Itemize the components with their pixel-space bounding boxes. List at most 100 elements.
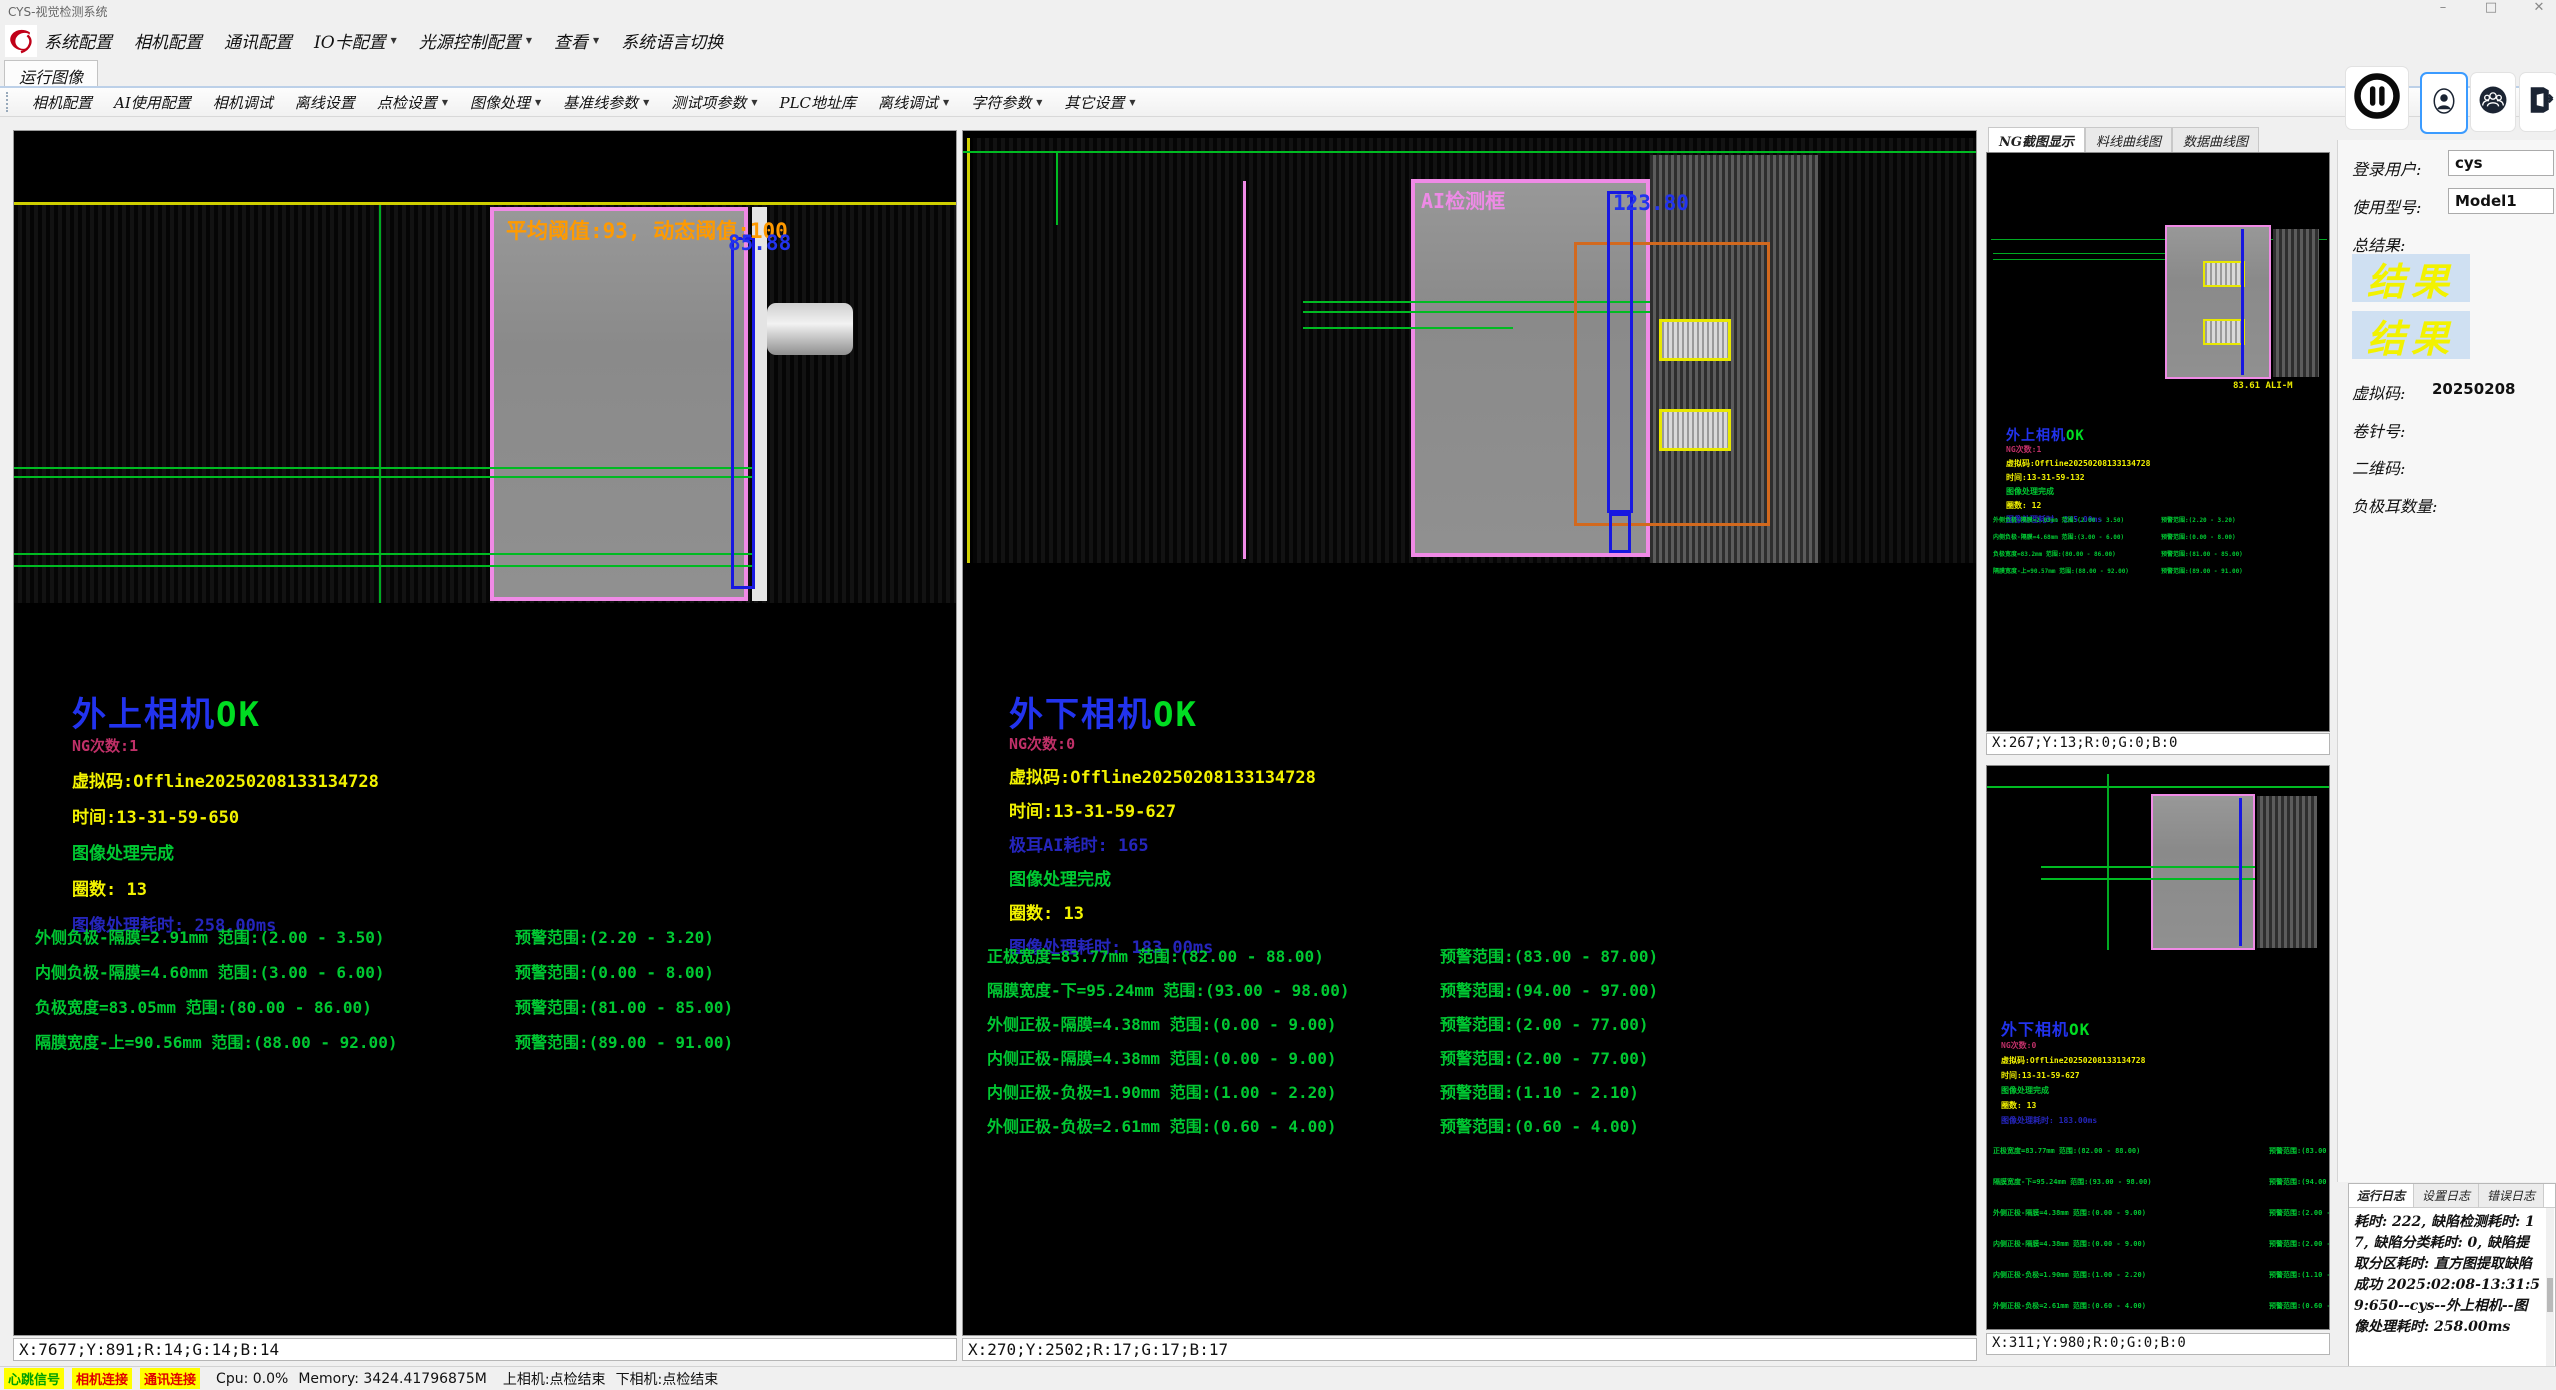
- toolbar-item-10[interactable]: 字符参数▼: [960, 90, 1053, 114]
- title-bar: CYS-视觉检测系统 – □ ✕: [0, 0, 2556, 22]
- measurement-row: 正极宽度=83.77mm 范围:(82.00 - 88.00)预警范围:(83.…: [987, 943, 1967, 967]
- toolbar-item-6[interactable]: 基准线参数▼: [552, 90, 660, 114]
- model-value[interactable]: Model1: [2448, 188, 2554, 214]
- lower-camera-thumbnail[interactable]: 外下相机OK NG次数:0 虚拟码:Offline202502081331347…: [1986, 765, 2330, 1330]
- toolbar-item-7[interactable]: 测试项参数 ▼: [660, 90, 768, 114]
- menu-item-label: 相机配置: [134, 28, 202, 53]
- toolbar-item-2[interactable]: 相机调试: [202, 90, 284, 114]
- log-scrollbar[interactable]: [2546, 1208, 2554, 1386]
- menu-item-4[interactable]: 光源控制配置▼: [419, 28, 532, 53]
- ng-snapshot-thumbnail[interactable]: 83.61 ALI-M 外上相机OK NG次数:1 虚拟码:Offline202…: [1986, 152, 2330, 732]
- measurement-text: 外侧负极-隔膜=2.03mm 范围:(2.00 - 3.50): [1993, 517, 2124, 524]
- user-group-button[interactable]: [2470, 72, 2516, 132]
- log-tab-2[interactable]: 错误日志: [2479, 1184, 2544, 1207]
- warning-range-text: 预警范围:(2.00 - 77.00): [1440, 1045, 1649, 1069]
- measurement-text: 外侧正极-负极=2.61mm 范围:(0.60 - 4.00): [987, 1117, 1337, 1136]
- process-done: 图像处理完成: [72, 839, 379, 864]
- snapshot-tabs: NG截图显示料线曲线图数据曲线图: [1988, 127, 2259, 153]
- menu-item-label: 查看: [554, 28, 588, 53]
- mini-metal-region: [2257, 796, 2317, 948]
- heartbeat-status: 心跳信号: [4, 1368, 64, 1389]
- minimize-button[interactable]: –: [2432, 0, 2454, 15]
- process-done: 图像处理完成: [1009, 865, 1316, 890]
- lower-thumbnail-coordinate-bar: X:311;Y:980;R:0;G:0;B:0: [1986, 1333, 2330, 1355]
- menu-item-3[interactable]: IO卡配置▼: [314, 28, 397, 53]
- loop-count: 圈数: 13: [72, 875, 379, 900]
- measurement-text: 内侧正极-负极=1.90mm 范围:(1.00 - 2.20): [1993, 1271, 2146, 1279]
- mini-edge-box: [2239, 798, 2242, 946]
- toolbar-item-11[interactable]: 其它设置 ▼: [1053, 90, 1146, 114]
- toolbar-item-8[interactable]: PLC地址库: [769, 90, 868, 114]
- measurement-text: 外侧负极-隔膜=2.91mm 范围:(2.00 - 3.50): [35, 928, 385, 947]
- menu-item-5[interactable]: 查看▼: [554, 28, 599, 53]
- measurement-row: 隔膜宽度-下=95.24mm 范围:(93.00 - 98.00)预警范围:(9…: [1993, 1177, 2327, 1187]
- toolbar-item-label: 相机调试: [213, 92, 273, 113]
- toolbar-drag-handle-icon[interactable]: [6, 92, 13, 112]
- green-hline: [14, 467, 754, 469]
- toolbar-item-label: 相机配置: [32, 92, 92, 113]
- edge-measure-value: 123.80: [1613, 191, 1689, 215]
- logout-button[interactable]: [2519, 72, 2556, 132]
- ng-count: NG次数:1: [72, 735, 379, 756]
- close-button[interactable]: ✕: [2528, 0, 2550, 15]
- menu-item-1[interactable]: 相机配置: [134, 28, 202, 53]
- snapshot-coordinate-bar: X:267;Y:13;R:0;G:0;B:0: [1986, 733, 2330, 755]
- toolbar-item-label: 其它设置: [1064, 92, 1124, 113]
- menu-item-6[interactable]: 系统语言切换: [621, 28, 723, 53]
- warning-range-text: 预警范围:(2.00 - 77.00): [1440, 1011, 1649, 1035]
- log-tab-1[interactable]: 设置日志: [2414, 1184, 2479, 1207]
- green-hline: [1993, 253, 2165, 254]
- toolbar-item-0[interactable]: 相机配置: [21, 90, 103, 114]
- menu-item-0[interactable]: 系统配置: [44, 28, 112, 53]
- toolbar-item-3[interactable]: 离线设置: [284, 90, 366, 114]
- chevron-down-icon: ▼: [442, 98, 448, 107]
- right-camera-view[interactable]: AI检测框 123.80 外下相机OK NG次数:0 虚拟码:Offline20…: [962, 130, 1977, 1336]
- measurement-text: 负极宽度=83.05mm 范围:(80.00 - 86.00): [35, 998, 372, 1017]
- tab-run-image[interactable]: 运行图像: [4, 60, 98, 86]
- virtual-code-value: 20250208: [2432, 380, 2516, 398]
- chevron-down-icon: ▼: [943, 98, 949, 107]
- toolbar-item-5[interactable]: 图像处理▼: [459, 90, 552, 114]
- warning-range-text: 预警范围:(0.60 - 4.00): [2269, 1301, 2330, 1311]
- snapshot-tab-0[interactable]: NG截图显示: [1988, 127, 2085, 153]
- defect-orange-box: [1574, 242, 1770, 526]
- virtual-code: 虚拟码:Offline20250208133134728: [72, 767, 379, 792]
- toolbar-item-4[interactable]: 点检设置 ▼: [366, 90, 459, 114]
- app-logo-icon: [5, 25, 37, 57]
- memory-usage: Memory: 3424.41796875M: [298, 1371, 487, 1387]
- toolbar-item-1[interactable]: AI使用配置: [103, 90, 202, 114]
- tab-blob: [767, 303, 853, 355]
- warning-range-text: 预警范围:(94.00 - 97.00): [2269, 1177, 2330, 1187]
- toolbar-item-label: 测试项参数: [671, 92, 746, 113]
- pause-button[interactable]: [2345, 66, 2409, 130]
- chevron-down-icon: ▼: [391, 36, 397, 45]
- baseline-yellow: [14, 202, 957, 205]
- measurement-row: 隔膜宽度-上=90.57mm 范围:(88.00 - 92.00)预警范围:(8…: [1993, 566, 2327, 575]
- warning-range-text: 预警范围:(83.00 - 87.00): [2269, 1146, 2330, 1156]
- toolbar-item-9[interactable]: 离线调试▼: [867, 90, 960, 114]
- measurement-text: 正极宽度=83.77mm 范围:(82.00 - 88.00): [1993, 1147, 2140, 1155]
- maximize-button[interactable]: □: [2480, 0, 2502, 15]
- chevron-down-icon: ▼: [751, 98, 757, 107]
- measurement-row: 内侧负极-隔膜=4.68mm 范围:(3.00 - 6.00)预警范围:(0.0…: [1993, 532, 2327, 541]
- snapshot-tab-2[interactable]: 数据曲线图: [2172, 127, 2259, 153]
- measurement-text: 外侧正极-隔膜=4.38mm 范围:(0.00 - 9.00): [1993, 1209, 2146, 1217]
- chevron-down-icon: ▼: [1129, 98, 1135, 107]
- menu-item-2[interactable]: 通讯配置: [224, 28, 292, 53]
- left-camera-view[interactable]: 平均阈值:93, 动态阈值:100 85.88 外上相机OK NG次数:1 虚拟…: [13, 130, 957, 1336]
- roll-pin-label: 卷针号:: [2352, 418, 2405, 442]
- log-tab-0[interactable]: 运行日志: [2349, 1184, 2414, 1207]
- pink-vline: [1243, 181, 1246, 559]
- mini-tab-yellow-box: [2203, 319, 2245, 345]
- measurement-text: 内侧负极-隔膜=4.60mm 范围:(3.00 - 6.00): [35, 963, 385, 982]
- measurement-row: 正极宽度=83.77mm 范围:(82.00 - 88.00) 预警范围:(83.…: [1993, 1146, 2327, 1156]
- qr-code-label: 二维码:: [2352, 455, 2405, 479]
- right-coordinate-bar: X:270;Y:2502;R:17;G:17;B:17: [962, 1338, 1977, 1361]
- warning-range-text: 预警范围:(2.20 - 3.20): [515, 924, 714, 948]
- log-tabs: 运行日志设置日志错误日志: [2349, 1184, 2555, 1208]
- user-button[interactable]: [2420, 72, 2468, 134]
- login-user-value[interactable]: cys: [2448, 150, 2554, 176]
- snapshot-tab-1[interactable]: 料线曲线图: [2085, 127, 2172, 153]
- toolbar-item-label: 点检设置: [377, 92, 437, 113]
- upper-camera-check-status: 上相机:点检结束: [503, 1369, 606, 1389]
